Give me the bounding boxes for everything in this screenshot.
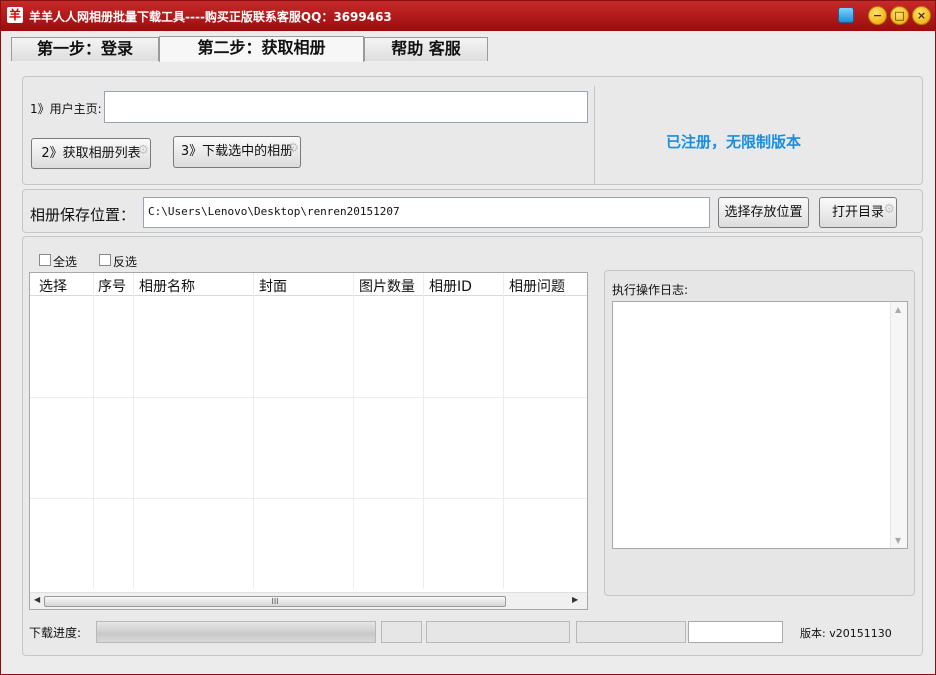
maximize-button[interactable]: □ xyxy=(890,6,909,25)
column-divider xyxy=(353,273,354,589)
gear-icon: ⚙ xyxy=(883,202,895,217)
user-home-input[interactable] xyxy=(104,91,588,123)
registration-status: 已注册，无限制版本 xyxy=(666,133,802,151)
scroll-up-icon[interactable]: ▲ xyxy=(895,305,901,314)
gear-icon: ⚙ xyxy=(287,141,299,156)
open-directory-button[interactable]: 打开目录 ⚙ xyxy=(819,197,897,228)
skin-shirt-icon[interactable] xyxy=(838,7,854,23)
save-location-label: 相册保存位置： xyxy=(30,206,136,224)
status-cell-2 xyxy=(426,621,570,643)
tab-login[interactable]: 第一步：登录 xyxy=(11,37,159,61)
column-divider xyxy=(253,273,254,589)
column-header[interactable]: 封面 xyxy=(259,276,287,296)
scroll-left-icon[interactable]: ◀ xyxy=(34,595,40,604)
invert-selection-label: 反选 xyxy=(113,255,138,269)
log-label: 执行操作日志: xyxy=(612,283,689,297)
open-directory-label: 打开目录 xyxy=(831,205,884,220)
user-home-label: 1》用户主页: xyxy=(30,102,102,116)
status-cell-1 xyxy=(381,621,422,643)
get-album-list-button[interactable]: 2》获取相册列表 ⚙ xyxy=(31,138,151,169)
column-divider xyxy=(503,273,504,589)
column-divider xyxy=(423,273,424,589)
title-bar[interactable]: 羊 羊羊人人网相册批量下载工具----购买正版联系客服QQ：3699463 − … xyxy=(1,1,935,31)
choose-location-button[interactable]: 选择存放位置 xyxy=(718,197,809,228)
save-path-input[interactable]: C:\Users\Lenovo\Desktop\renren20151207 xyxy=(143,197,710,228)
panel-divider xyxy=(594,86,595,184)
tab-get-albums[interactable]: 第二步：获取相册 xyxy=(159,36,364,62)
horizontal-scrollbar[interactable]: ◀ III ▶ xyxy=(30,592,587,609)
vertical-scrollbar[interactable]: ▲ ▼ xyxy=(890,302,907,548)
app-window: 羊 羊羊人人网相册批量下载工具----购买正版联系客服QQ：3699463 − … xyxy=(0,0,936,675)
select-all-checkbox[interactable] xyxy=(39,254,51,266)
download-selected-label: 3》下载选中的相册 xyxy=(180,144,294,159)
column-header[interactable]: 相册名称 xyxy=(139,276,195,296)
status-input-box[interactable] xyxy=(688,621,783,643)
progress-label: 下载进度: xyxy=(29,626,82,640)
choose-location-label: 选择存放位置 xyxy=(724,205,803,220)
column-divider xyxy=(133,273,134,589)
column-header[interactable]: 选择 xyxy=(39,276,67,296)
column-header[interactable]: 图片数量 xyxy=(359,276,415,296)
window-title: 羊羊人人网相册批量下载工具----购买正版联系客服QQ：3699463 xyxy=(29,10,392,24)
row-divider xyxy=(30,397,587,398)
scroll-thumb[interactable]: III xyxy=(44,596,506,607)
app-logo-icon: 羊 xyxy=(7,7,23,23)
log-textarea[interactable]: ▲ ▼ xyxy=(612,301,908,549)
column-header[interactable]: 相册ID xyxy=(429,276,472,296)
close-button[interactable]: × xyxy=(912,6,931,25)
tab-help[interactable]: 帮助 客服 xyxy=(364,37,488,61)
gear-icon: ⚙ xyxy=(137,143,149,158)
minimize-button[interactable]: − xyxy=(868,6,887,25)
download-progress-bar xyxy=(96,621,376,643)
column-divider xyxy=(93,273,94,589)
column-header[interactable]: 相册问题 xyxy=(509,276,565,296)
column-header[interactable]: 序号 xyxy=(98,276,126,296)
scroll-down-icon[interactable]: ▼ xyxy=(895,536,901,545)
row-divider xyxy=(30,498,587,499)
album-table[interactable]: 选择 序号 相册名称 封面 图片数量 相册ID 相册问题 ◀ III ▶ xyxy=(29,272,588,610)
download-selected-button[interactable]: 3》下载选中的相册 ⚙ xyxy=(173,136,301,168)
scroll-right-icon[interactable]: ▶ xyxy=(572,595,578,604)
status-cell-3 xyxy=(576,621,686,643)
get-album-list-label: 2》获取相册列表 xyxy=(41,146,141,161)
version-label: 版本: v20151130 xyxy=(800,627,892,640)
select-all-label: 全选 xyxy=(53,255,78,269)
invert-selection-checkbox[interactable] xyxy=(99,254,111,266)
